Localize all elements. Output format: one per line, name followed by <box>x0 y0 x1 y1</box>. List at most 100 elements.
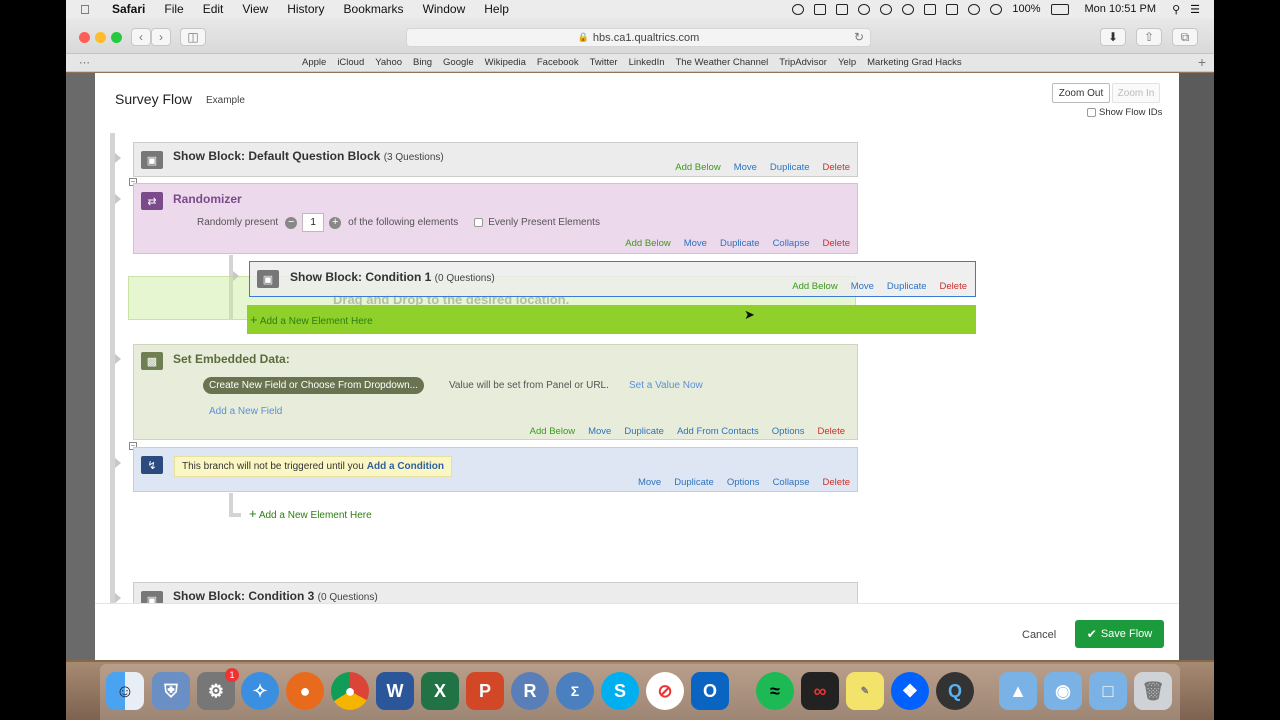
apple-menu-icon[interactable]:  <box>80 2 94 17</box>
fav-yahoo[interactable]: Yahoo <box>375 57 402 68</box>
add-below-link[interactable]: Add Below <box>625 238 670 249</box>
firefox-icon[interactable]: ● <box>286 672 324 710</box>
delete-link[interactable]: Delete <box>823 162 850 173</box>
outlook-icon[interactable]: O <box>691 672 729 710</box>
fav-apple[interactable]: Apple <box>302 57 326 68</box>
delete-link[interactable]: Delete <box>940 281 967 292</box>
condition-3-block[interactable]: ▣ Show Block: Condition 3 (0 Questions) <box>133 582 858 603</box>
move-link[interactable]: Move <box>588 426 611 437</box>
url-bar[interactable]: 🔒 hbs.ca1.qualtrics.com ↻ <box>406 28 871 47</box>
zoom-out-button[interactable]: Zoom Out <box>1052 83 1110 103</box>
chrome-icon[interactable]: ● <box>331 672 369 710</box>
embedded-data-element[interactable]: ▩ Set Embedded Data: Create New Field or… <box>133 344 858 440</box>
spotlight-icon[interactable]: ⚲ <box>1172 3 1180 16</box>
finder-icon[interactable]: ☺ <box>106 672 144 710</box>
add-below-link[interactable]: Add Below <box>530 426 575 437</box>
drop-zone[interactable]: + Add a New Element Here <box>247 305 976 334</box>
r-icon[interactable]: R <box>511 672 549 710</box>
menu-window[interactable]: Window <box>423 2 466 16</box>
bluetooth-icon[interactable] <box>924 3 937 15</box>
trash-icon[interactable]: 🗑 <box>1134 672 1172 710</box>
dropbox-status-icon[interactable] <box>814 3 827 15</box>
system-preferences-icon[interactable]: ⚙ 1 <box>197 668 239 710</box>
safari-icon[interactable]: ✧ <box>241 672 279 710</box>
news-icon[interactable]: ⊘ <box>646 672 684 710</box>
new-tab-icon[interactable]: + <box>1198 54 1206 70</box>
delete-link[interactable]: Delete <box>823 477 850 488</box>
downloads-folder-icon[interactable]: □ <box>1089 672 1127 710</box>
reload-icon[interactable]: ↻ <box>854 30 864 44</box>
move-link[interactable]: Move <box>851 281 874 292</box>
present-count-input[interactable]: 1 <box>302 213 325 232</box>
collapse-link[interactable]: Collapse <box>773 238 810 249</box>
menubar-clock[interactable]: Mon 10:51 PM <box>1085 3 1157 15</box>
creative-cloud-icon[interactable] <box>836 3 849 15</box>
condition-1-block[interactable]: ▣ Show Block: Condition 1 (0 Questions) … <box>249 261 976 297</box>
move-link[interactable]: Move <box>734 162 757 173</box>
options-link[interactable]: Options <box>772 426 805 437</box>
skype-icon[interactable]: S <box>601 672 639 710</box>
collapse-link[interactable]: Collapse <box>773 477 810 488</box>
spotify-icon[interactable]: ≈ <box>756 672 794 710</box>
powerpoint-icon[interactable]: P <box>466 672 504 710</box>
applications-folder-icon[interactable]: ▲ <box>999 672 1037 710</box>
battery-percent[interactable]: 100% <box>1012 3 1040 15</box>
fav-bing[interactable]: Bing <box>413 57 432 68</box>
record-icon[interactable] <box>792 3 805 15</box>
security-shield-icon[interactable]: ⛨ <box>152 672 190 710</box>
duplicate-link[interactable]: Duplicate <box>887 281 927 292</box>
add-element-link[interactable]: + Add a New Element Here <box>250 312 373 327</box>
close-window-button[interactable] <box>79 32 90 43</box>
show-flow-ids-toggle[interactable]: Show Flow IDs <box>1087 107 1162 118</box>
options-link[interactable]: Options <box>727 477 760 488</box>
fav-google[interactable]: Google <box>443 57 474 68</box>
fav-linkedin[interactable]: LinkedIn <box>629 57 665 68</box>
add-new-field-link[interactable]: Add a New Field <box>209 406 282 417</box>
delete-link[interactable]: Delete <box>818 426 845 437</box>
fav-marketing-grad-hacks[interactable]: Marketing Grad Hacks <box>867 57 962 68</box>
fav-twitter[interactable]: Twitter <box>590 57 618 68</box>
acrobat-icon[interactable]: ∞ <box>801 672 839 710</box>
fav-wikipedia[interactable]: Wikipedia <box>485 57 526 68</box>
menu-view[interactable]: View <box>242 2 268 16</box>
word-icon[interactable]: W <box>376 672 414 710</box>
volume-icon[interactable] <box>990 3 1003 15</box>
stickies-icon[interactable]: ✎ <box>846 672 884 710</box>
cloud-status-icon[interactable] <box>880 3 893 15</box>
add-condition-link[interactable]: Add a Condition <box>367 461 444 472</box>
documents-folder-icon[interactable]: ◉ <box>1044 672 1082 710</box>
move-link[interactable]: Move <box>684 238 707 249</box>
excel-icon[interactable]: X <box>421 672 459 710</box>
add-below-link[interactable]: Add Below <box>792 281 837 292</box>
menu-history[interactable]: History <box>287 2 324 16</box>
sidebar-toggle-icon[interactable]: ◫ <box>180 28 206 46</box>
tabs-overview-icon[interactable]: ⧉ <box>1172 28 1198 46</box>
fav-yelp[interactable]: Yelp <box>838 57 856 68</box>
back-button[interactable]: ‹ <box>131 28 151 46</box>
save-flow-button[interactable]: ✔ Save Flow <box>1075 620 1164 648</box>
set-value-now-link[interactable]: Set a Value Now <box>629 380 703 391</box>
downloads-icon[interactable]: ⬇ <box>1100 28 1126 46</box>
menu-app-name[interactable]: Safari <box>112 2 145 16</box>
add-below-link[interactable]: Add Below <box>675 162 720 173</box>
duplicate-link[interactable]: Duplicate <box>770 162 810 173</box>
dropbox-icon[interactable]: ❖ <box>891 672 929 710</box>
forward-button[interactable]: › <box>151 28 171 46</box>
fav-tripadvisor[interactable]: TripAdvisor <box>779 57 827 68</box>
airplay-icon[interactable] <box>946 3 959 15</box>
menu-bookmarks[interactable]: Bookmarks <box>344 2 404 16</box>
move-link[interactable]: Move <box>638 477 661 488</box>
check-status-icon[interactable] <box>858 3 871 15</box>
fav-facebook[interactable]: Facebook <box>537 57 579 68</box>
menu-help[interactable]: Help <box>484 2 509 16</box>
show-all-tabs-icon[interactable]: ⋯ <box>79 56 90 69</box>
vpn-icon[interactable] <box>902 3 915 15</box>
menu-edit[interactable]: Edit <box>203 2 224 16</box>
duplicate-link[interactable]: Duplicate <box>674 477 714 488</box>
menu-file[interactable]: File <box>164 2 183 16</box>
cancel-button[interactable]: Cancel <box>1022 629 1056 641</box>
fav-icloud[interactable]: iCloud <box>337 57 364 68</box>
default-question-block[interactable]: ▣ Show Block: Default Question Block (3 … <box>133 142 858 177</box>
add-from-contacts-link[interactable]: Add From Contacts <box>677 426 759 437</box>
randomizer-element[interactable]: ⇄ Randomizer Randomly present − 1 + of t… <box>133 183 858 254</box>
